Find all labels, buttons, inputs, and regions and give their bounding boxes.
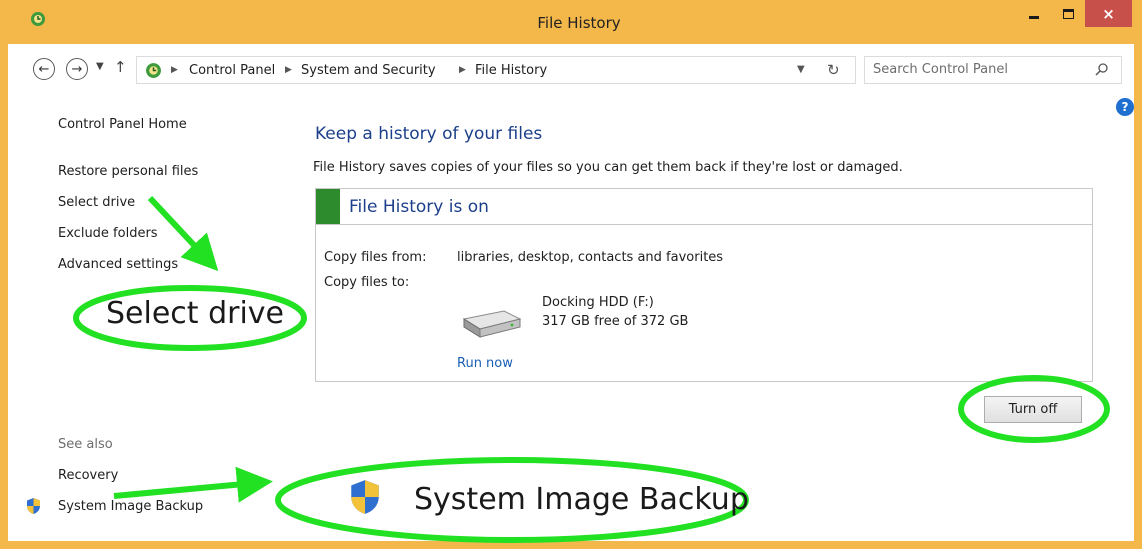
- breadcrumb-separator-icon[interactable]: ▶: [171, 65, 178, 75]
- back-button[interactable]: ←: [33, 58, 55, 80]
- forward-arrow-icon: →: [71, 61, 83, 77]
- up-arrow-icon[interactable]: ↑: [114, 58, 127, 76]
- recent-locations-chevron-icon[interactable]: ▼: [96, 61, 104, 72]
- drive-free-space: 317 GB free of 372 GB: [542, 314, 689, 329]
- copy-from-value: libraries, desktop, contacts and favorit…: [457, 250, 724, 265]
- recovery-link[interactable]: Recovery: [58, 468, 118, 483]
- window-title: File History: [537, 14, 621, 32]
- system-image-backup-link[interactable]: System Image Backup: [58, 499, 203, 514]
- uac-shield-icon: [27, 498, 40, 514]
- breadcrumb-separator-icon[interactable]: ▶: [285, 65, 292, 75]
- close-button[interactable]: ×: [1085, 0, 1132, 27]
- breadcrumb-system-and-security[interactable]: System and Security: [301, 63, 436, 78]
- breadcrumb-control-panel[interactable]: Control Panel: [189, 63, 275, 78]
- status-header: File History is on: [316, 189, 1092, 225]
- forward-button[interactable]: →: [66, 58, 88, 80]
- close-icon: ×: [1102, 4, 1115, 23]
- status-panel: File History is on Copy files from: libr…: [315, 188, 1093, 382]
- breadcrumb-separator-icon[interactable]: ▶: [459, 65, 466, 75]
- control-panel-home-link[interactable]: Control Panel Home: [58, 117, 187, 132]
- page-title: Keep a history of your files: [315, 124, 543, 144]
- search-icon[interactable]: [1094, 62, 1110, 78]
- minimize-icon: [1028, 15, 1039, 19]
- restore-personal-files-link[interactable]: Restore personal files: [58, 164, 198, 179]
- exclude-folders-link[interactable]: Exclude folders: [58, 226, 158, 241]
- address-dropdown-icon[interactable]: ▼: [797, 64, 805, 75]
- control-panel-icon: [146, 63, 161, 78]
- minimize-button[interactable]: [1016, 0, 1051, 28]
- maximize-button[interactable]: [1051, 0, 1085, 28]
- navigation-bar: ← → ▼ ↑ ▶ Control Panel ▶ System and Sec…: [8, 44, 1134, 92]
- advanced-settings-link[interactable]: Advanced settings: [58, 257, 178, 272]
- refresh-icon[interactable]: ↻: [827, 61, 840, 79]
- search-input[interactable]: [873, 62, 1083, 77]
- breadcrumb-file-history[interactable]: File History: [475, 63, 547, 78]
- maximize-icon: [1062, 9, 1074, 19]
- help-icon[interactable]: ?: [1116, 98, 1134, 116]
- turn-off-button[interactable]: Turn off: [984, 396, 1082, 423]
- title-bar[interactable]: File History ×: [8, 0, 1142, 44]
- status-title: File History is on: [349, 197, 489, 217]
- run-now-link[interactable]: Run now: [457, 356, 513, 371]
- status-on-indicator: [316, 189, 340, 224]
- copy-from-label: Copy files from:: [324, 250, 427, 265]
- search-box[interactable]: [864, 56, 1122, 84]
- select-drive-link[interactable]: Select drive: [58, 195, 135, 210]
- hard-drive-icon: [462, 310, 522, 338]
- see-also-label: See also: [58, 437, 113, 452]
- drive-name: Docking HDD (F:): [542, 295, 654, 310]
- back-arrow-icon: ←: [38, 61, 50, 77]
- window-content: ← → ▼ ↑ ▶ Control Panel ▶ System and Sec…: [8, 44, 1134, 541]
- page-description: File History saves copies of your files …: [313, 160, 903, 175]
- copy-to-label: Copy files to:: [324, 275, 410, 290]
- address-bar[interactable]: ▶ Control Panel ▶ System and Security ▶ …: [136, 56, 856, 84]
